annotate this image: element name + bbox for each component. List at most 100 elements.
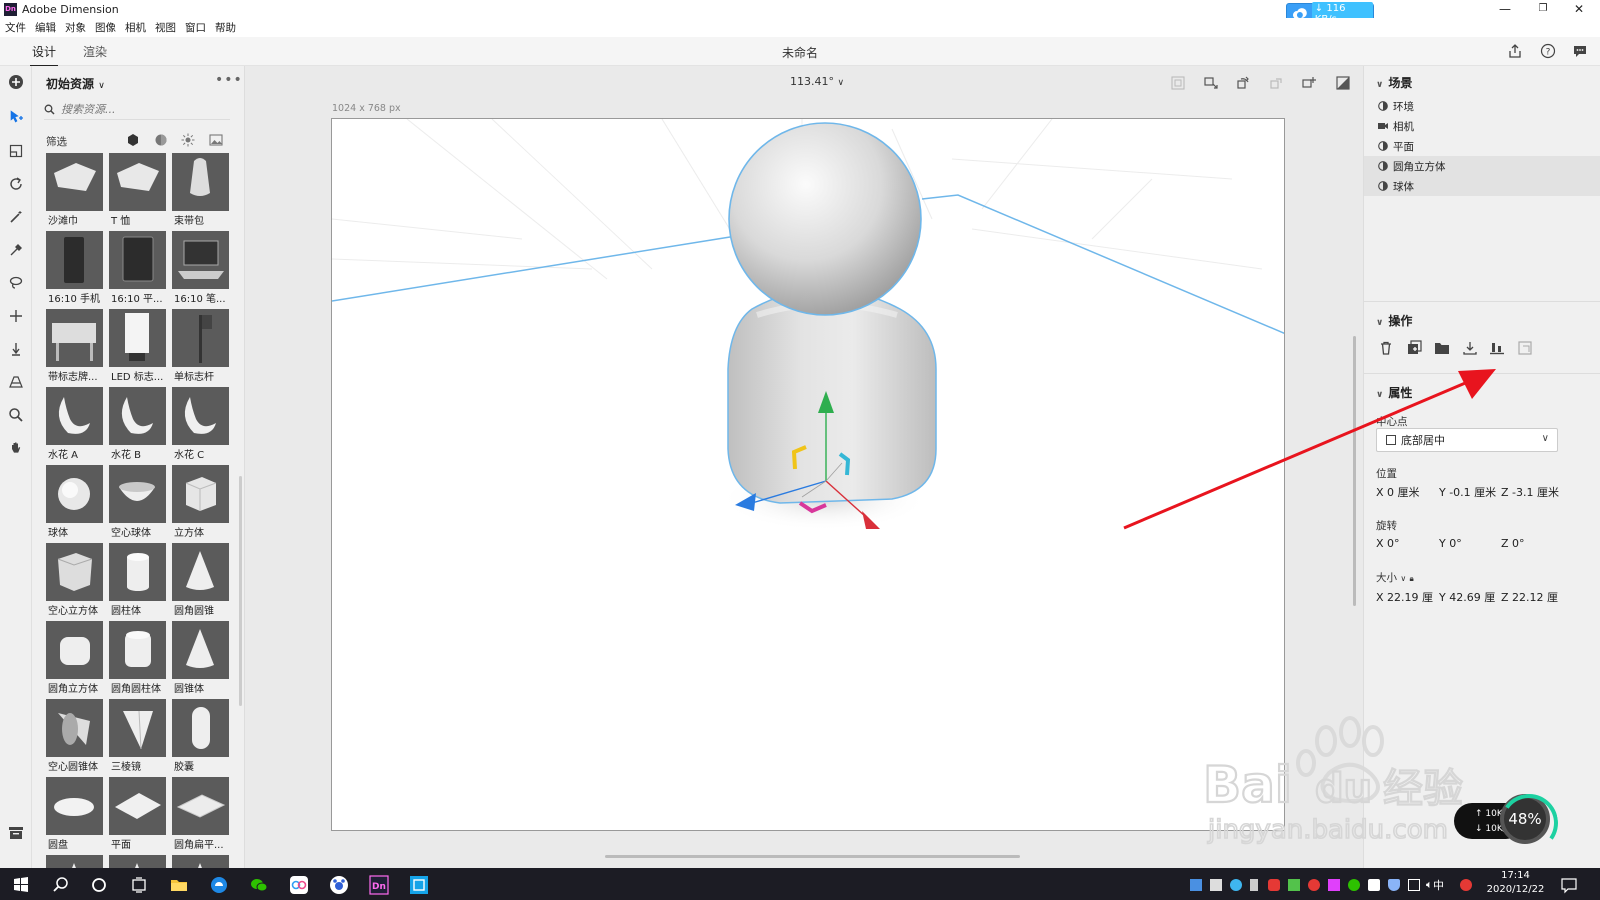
models-filter-icon[interactable] [126,133,140,147]
minimize-button[interactable]: — [1490,0,1520,18]
pivot-select[interactable]: 底部居中 ∨ [1376,428,1558,452]
camera-undo-icon[interactable] [1268,75,1284,91]
size-label[interactable]: 大小 ∨ 🔒︎ [1376,570,1414,585]
microphone-icon[interactable] [1250,879,1258,891]
cortana-icon[interactable] [88,874,110,896]
images-filter-icon[interactable] [209,133,223,147]
tray-app-icon[interactable] [1308,879,1320,891]
position-x-field[interactable]: X 0 厘米 [1376,484,1420,500]
tray-app-icon[interactable] [1190,879,1202,891]
actions-section-title[interactable]: ∨ 操作 [1376,312,1412,329]
close-button[interactable]: ✕ [1564,0,1594,18]
rotation-y-field[interactable]: Y 0° [1439,537,1462,550]
search-input[interactable] [61,103,221,116]
share-icon[interactable] [1507,43,1523,59]
lock-icon[interactable]: 🔒︎ [1410,574,1414,583]
size-y-field[interactable]: Y 42.69 厘 [1439,589,1495,605]
file-explorer-icon[interactable] [168,874,190,896]
network-icon[interactable] [1408,879,1420,891]
scene-item[interactable]: 环境 [1364,96,1600,116]
position-z-field[interactable]: Z -3.1 厘米 [1501,484,1559,500]
lights-filter-icon[interactable] [181,133,195,147]
rotation-x-field[interactable]: X 0° [1376,537,1400,550]
asset-tile[interactable]: 圆盘 [46,777,103,851]
baidu-netdisk-icon[interactable] [288,874,310,896]
drop-to-floor-icon[interactable] [1462,340,1478,356]
frame-icon[interactable] [1170,75,1186,91]
tray-app-icon[interactable] [1210,879,1222,891]
defender-icon[interactable] [1388,879,1400,891]
asset-tile[interactable]: 沙滩巾 [46,153,103,227]
snapshot-icon[interactable] [1517,340,1533,356]
position-y-field[interactable]: Y -0.1 厘米 [1439,484,1496,500]
library-icon[interactable] [8,826,24,840]
camera-orbit-icon[interactable] [1235,75,1251,91]
lasso-tool[interactable] [7,274,25,292]
magic-wand-tool[interactable] [7,208,25,226]
wechat-icon[interactable] [248,874,270,896]
sampler-tool[interactable] [7,241,25,259]
align-bottom-icon[interactable] [1489,340,1505,356]
menu-camera[interactable]: 相机 [125,20,146,35]
windows-start-icon[interactable] [10,874,32,896]
asset-tile[interactable]: 空心立方体 [46,543,103,617]
asset-tile[interactable]: 圆角圆柱体 [109,621,166,695]
asset-tile[interactable]: 带标志牌... [46,309,103,383]
menu-view[interactable]: 视图 [155,20,176,35]
viewport-vertical-scrollbar[interactable] [1353,336,1356,606]
asset-tile[interactable]: 空心圆锥体 [46,699,103,773]
taskbar-date[interactable]: 2020/12/22 [1478,884,1553,895]
perspective-tool[interactable] [7,373,25,391]
restore-button[interactable]: ❐ [1528,0,1558,18]
menu-window[interactable]: 窗口 [185,20,206,35]
group-folder-icon[interactable] [1434,340,1450,356]
baidu-app-icon[interactable] [328,874,350,896]
dimension-app-icon[interactable]: Dn [368,874,390,896]
asset-tile[interactable] [46,855,103,868]
asset-tile[interactable]: 圆锥体 [172,621,229,695]
viewport-horizontal-scrollbar[interactable] [605,855,1020,858]
asset-tile[interactable]: 圆角立方体 [46,621,103,695]
canvas-settings-icon[interactable] [1335,75,1351,91]
search-icon[interactable] [50,874,72,896]
assets-title[interactable]: 初始资源 ∨ [46,75,105,92]
notification-icon[interactable] [1560,876,1578,894]
tray-app-icon[interactable] [1268,879,1280,891]
tab-render[interactable]: 渲染 [83,43,107,60]
duplicate-icon[interactable] [1406,340,1422,356]
scene-item[interactable]: 圆角立方体 [1364,156,1600,176]
menu-file[interactable]: 文件 [5,20,26,35]
menu-edit[interactable]: 编辑 [35,20,56,35]
select-region-tool[interactable] [7,142,25,160]
asset-tile[interactable]: 16:10 平... [109,231,166,305]
orbit-tool[interactable] [7,175,25,193]
asset-tile[interactable]: 水花 B [109,387,166,461]
tray-app-icon[interactable] [1230,879,1242,891]
add-tool[interactable] [7,73,25,91]
asset-tile[interactable]: 三棱镜 [109,699,166,773]
tab-design[interactable]: 设计 [29,43,59,67]
menu-object[interactable]: 对象 [65,20,86,35]
menu-image[interactable]: 图像 [95,20,116,35]
scene-section-title[interactable]: ∨ 场景 [1376,74,1412,91]
zoom-tool[interactable] [7,406,25,424]
render-canvas[interactable] [331,118,1285,831]
rotation-z-field[interactable]: Z 0° [1501,537,1525,550]
asset-tile[interactable]: 16:10 笔... [172,231,229,305]
move-tool[interactable] [7,307,25,325]
select-tool[interactable] [7,108,25,126]
feedback-icon[interactable] [1572,43,1588,59]
scene-item[interactable]: 平面 [1364,136,1600,156]
camera-dolly-icon[interactable] [1203,75,1219,91]
size-x-field[interactable]: X 22.19 厘 [1376,589,1433,605]
asset-tile[interactable] [109,855,166,868]
camera-fov-readout[interactable]: 113.41° ∨ [790,75,844,88]
asset-tile[interactable]: 束带包 [172,153,229,227]
tray-app-icon[interactable] [1288,879,1300,891]
asset-tile[interactable] [172,855,229,868]
more-options-icon[interactable]: ••• [215,72,243,88]
asset-tile[interactable]: 立方体 [172,465,229,539]
materials-filter-icon[interactable] [154,133,168,147]
asset-tile[interactable]: 胶囊 [172,699,229,773]
camera-pan-icon[interactable] [1301,75,1317,91]
